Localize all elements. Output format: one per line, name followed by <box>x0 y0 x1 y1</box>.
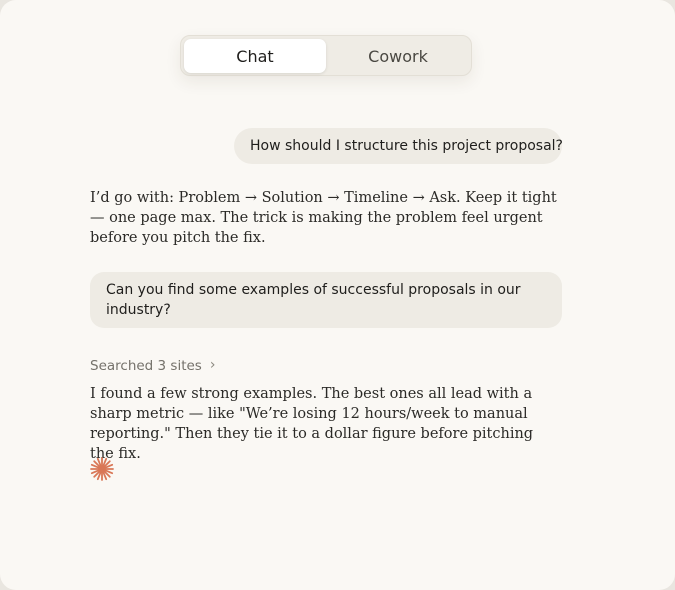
assistant-message: I found a few strong examples. The best … <box>90 386 534 462</box>
tab-chat[interactable]: Chat <box>184 39 326 73</box>
assistant-message: I’d go with: Problem → Solution → Timeli… <box>90 190 557 246</box>
spark-icon <box>90 457 114 481</box>
user-message: How should I structure this project prop… <box>234 128 563 164</box>
search-status-button[interactable]: Searched 3 sites › <box>90 356 215 376</box>
tab-cowork[interactable]: Cowork <box>327 39 469 73</box>
search-status-label: Searched 3 sites <box>90 358 202 374</box>
chevron-right-icon: › <box>209 357 216 373</box>
mode-toggle: Chat Cowork <box>180 35 472 76</box>
chat-window: Chat Cowork How should I structure this … <box>0 0 675 590</box>
user-message: Can you find some examples of successful… <box>90 272 562 328</box>
